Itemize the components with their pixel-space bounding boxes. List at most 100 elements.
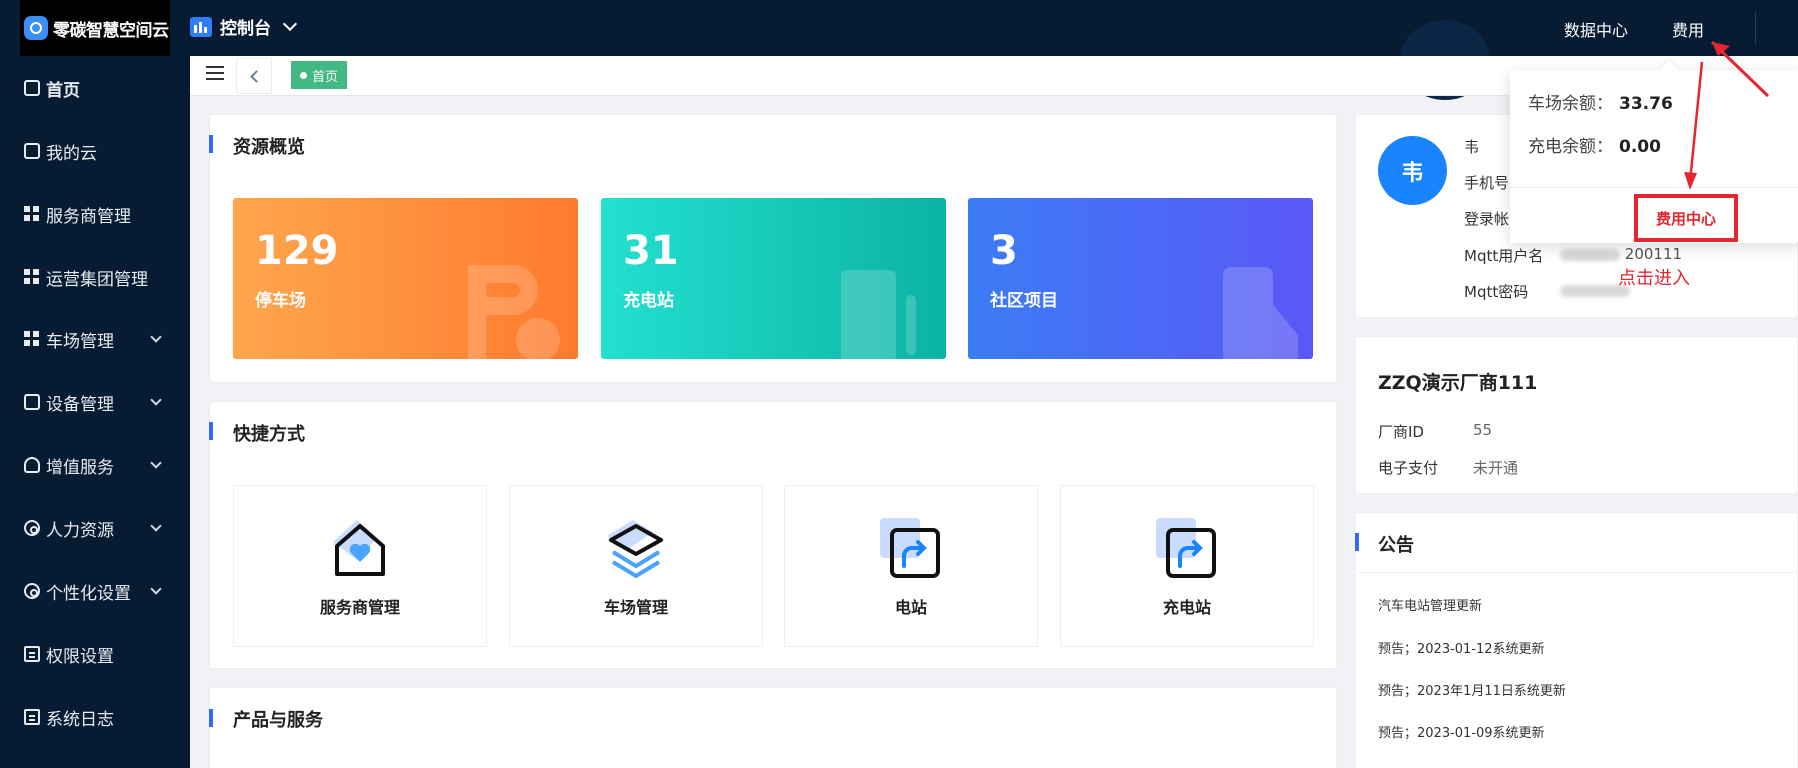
- charging-balance-value: 0.00: [1619, 137, 1661, 157]
- divider: [1357, 572, 1798, 573]
- sidebar-item-value-added[interactable]: 增值服务: [0, 445, 190, 485]
- chevron-down-icon: [150, 331, 162, 343]
- sidebar-item-my-cloud[interactable]: 我的云: [0, 131, 190, 171]
- charging-balance-row: 充电余额： 0.00: [1528, 132, 1661, 157]
- nav-data-center[interactable]: 数据中心: [1564, 17, 1628, 41]
- sidebar-item-system-log[interactable]: 系统日志: [0, 697, 190, 737]
- shortcut-station[interactable]: 电站: [784, 485, 1038, 647]
- menu-toggle-icon[interactable]: [206, 66, 224, 80]
- profile-name: 韦: [1464, 138, 1480, 156]
- title-accent: [209, 422, 213, 440]
- products-title: 产品与服务: [233, 710, 323, 731]
- chevron-down-icon: [150, 457, 162, 469]
- vendor-pay-value: 未开通: [1473, 459, 1519, 477]
- chevron-down-icon: [282, 16, 298, 31]
- sidebar-item-label: 个性化设置: [46, 583, 131, 604]
- vendor-id-value: 55: [1473, 421, 1493, 439]
- shortcut-parking[interactable]: 车场管理: [509, 485, 763, 647]
- tab-home-label: 首页: [312, 69, 339, 85]
- stat-value: 3: [990, 228, 1018, 274]
- announcement-item[interactable]: 预告；2023-01-09系统更新: [1378, 722, 1545, 741]
- announcement-item[interactable]: 汽车电站管理更新: [1378, 595, 1482, 614]
- profile-mqtt-user-label: Mqtt用户名: [1464, 247, 1544, 265]
- sidebar-item-personalization[interactable]: 个性化设置: [0, 571, 190, 611]
- sidebar-item-label: 人力资源: [46, 520, 114, 541]
- doc-icon: [24, 709, 40, 725]
- stat-value: 129: [255, 228, 339, 274]
- products-card: [209, 687, 1337, 768]
- console-dropdown[interactable]: 控制台: [190, 14, 298, 39]
- announcement-item[interactable]: 预告；2023年1月11日系统更新: [1378, 680, 1566, 699]
- shortcut-charging[interactable]: 充电站: [1060, 485, 1314, 647]
- grid-icon: [24, 206, 40, 222]
- top-navbar: 零碳智慧空间云 控制台 数据中心 费用: [0, 0, 1798, 100]
- title-accent: [1355, 533, 1359, 551]
- sidebar-item-operation-group[interactable]: 运营集团管理: [0, 257, 190, 297]
- shortcut-provider[interactable]: 服务商管理: [233, 485, 487, 647]
- share-icon: [880, 518, 940, 578]
- building-icon: [1223, 267, 1298, 359]
- parking-balance-label: 车场余额：: [1528, 94, 1613, 114]
- vendor-name: ZZQ演示厂商111: [1378, 372, 1538, 394]
- vendor-id-label: 厂商ID: [1378, 423, 1424, 441]
- console-icon: [190, 16, 212, 37]
- shortcut-label: 电站: [894, 598, 927, 617]
- sidebar-item-label: 运营集团管理: [46, 269, 148, 290]
- charger-icon: [841, 270, 916, 359]
- profile-login-label: 登录帐: [1464, 210, 1510, 228]
- app-logo[interactable]: 零碳智慧空间云: [20, 0, 170, 56]
- stat-label: 充电站: [623, 291, 674, 311]
- shortcuts-title: 快捷方式: [233, 424, 305, 445]
- sidebar-item-label: 车场管理: [46, 331, 114, 352]
- grid-icon: [24, 331, 40, 347]
- title-accent: [209, 135, 213, 153]
- sidebar-item-home[interactable]: 首页: [0, 68, 190, 108]
- layers-icon: [607, 520, 663, 579]
- shortcut-label: 服务商管理: [319, 598, 400, 617]
- announcement-item[interactable]: 预告；2023-01-12系统更新: [1378, 638, 1545, 657]
- console-label: 控制台: [220, 19, 271, 39]
- gear-icon: [24, 583, 40, 599]
- sidebar-item-parking[interactable]: 车场管理: [0, 319, 190, 359]
- annotation-arrows: [1684, 40, 1770, 190]
- sidebar-item-label: 首页: [46, 80, 80, 101]
- star-icon: [24, 457, 40, 473]
- home-icon: [24, 80, 40, 96]
- sidebar-item-label: 我的云: [46, 143, 97, 164]
- shortcut-label: 车场管理: [603, 598, 668, 617]
- tab-back-button[interactable]: [236, 58, 272, 94]
- profile-phone-label: 手机号: [1464, 174, 1510, 192]
- chevron-down-icon: [150, 583, 162, 595]
- profile-mqtt-password-label: Mqtt密码: [1464, 283, 1529, 301]
- charging-balance-label: 充电余额：: [1528, 137, 1613, 157]
- logo-icon: [24, 16, 48, 40]
- chevron-left-icon: [249, 69, 263, 83]
- parking-balance-row: 车场余额： 33.76: [1528, 89, 1673, 114]
- stat-community[interactable]: 3 社区项目: [968, 198, 1313, 359]
- sidebar-item-label: 服务商管理: [46, 206, 131, 227]
- sidebar-item-device[interactable]: 设备管理: [0, 382, 190, 422]
- user-icon: [24, 520, 40, 536]
- sidebar-item-hr[interactable]: 人力资源: [0, 508, 190, 548]
- stat-value: 31: [623, 228, 679, 274]
- doc-icon: [24, 646, 40, 662]
- fee-center-button[interactable]: 费用中心: [1634, 194, 1738, 242]
- shortcut-label: 充电站: [1162, 598, 1211, 617]
- tab-home[interactable]: 首页: [291, 61, 348, 89]
- avatar: 韦: [1378, 136, 1447, 205]
- share-icon: [1156, 518, 1216, 578]
- sidebar-item-label: 增值服务: [46, 457, 114, 478]
- stat-parking[interactable]: 129 停车场: [233, 198, 578, 359]
- sidebar-item-permissions[interactable]: 权限设置: [0, 634, 190, 674]
- active-dot-icon: [300, 71, 307, 79]
- home-heart-icon: [333, 520, 385, 576]
- stat-label: 社区项目: [990, 291, 1058, 311]
- sidebar-item-label: 系统日志: [46, 709, 114, 730]
- grid-icon: [24, 269, 40, 285]
- overview-title: 资源概览: [233, 137, 305, 158]
- stat-charging[interactable]: 31 充电站: [601, 198, 946, 359]
- sidebar: 首页 我的云 服务商管理 运营集团管理 车场管理 设备管理 增值服务 人力资源 …: [0, 56, 190, 768]
- vendor-pay-label: 电子支付: [1378, 459, 1439, 477]
- profile-mqtt-user-value: 200111: [1560, 245, 1682, 263]
- sidebar-item-provider[interactable]: 服务商管理: [0, 194, 190, 234]
